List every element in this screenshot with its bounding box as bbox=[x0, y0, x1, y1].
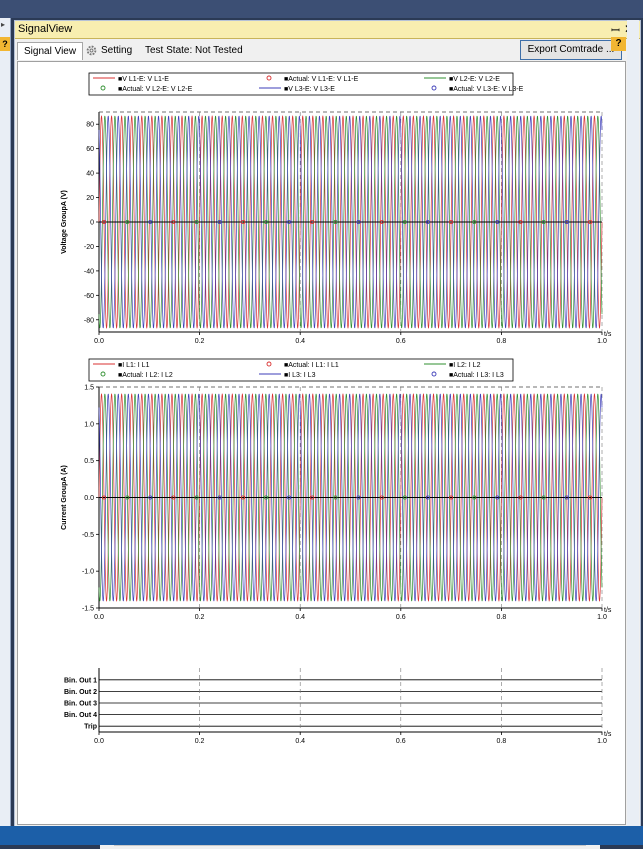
y-tick-label: 0 bbox=[90, 220, 94, 227]
x-tick-label: 0.0 bbox=[94, 738, 104, 745]
x-tick-label: 0.8 bbox=[497, 738, 507, 745]
y-tick-label: -40 bbox=[84, 268, 94, 275]
y-axis-label: Voltage GroupA (V) bbox=[61, 190, 68, 254]
x-tick-label: 0.8 bbox=[497, 338, 507, 345]
y-tick-label: 40 bbox=[86, 171, 94, 178]
vertical-scrollbar[interactable] bbox=[627, 20, 639, 826]
x-tick-label: 0.2 bbox=[195, 338, 205, 345]
x-tick-label: 0.2 bbox=[195, 738, 205, 745]
y-tick-label: 1.0 bbox=[84, 421, 94, 428]
y-tick-label: 20 bbox=[86, 195, 94, 202]
x-axis-label: t/s bbox=[604, 731, 612, 738]
legend-entry: ■Actual: V L2-E: V L2-E bbox=[118, 86, 193, 93]
binary-channel-label: Bin. Out 3 bbox=[64, 701, 97, 708]
x-tick-label: 1.0 bbox=[597, 614, 607, 621]
binary-channel-label: Bin. Out 4 bbox=[64, 712, 97, 719]
legend-entry: ■Actual: I L3: I L3 bbox=[449, 372, 504, 379]
test-state-text: Test State: Not Tested bbox=[145, 45, 243, 56]
legend-entry: ■Actual: I L1: I L1 bbox=[284, 362, 339, 369]
y-tick-label: 60 bbox=[86, 146, 94, 153]
x-tick-label: 0.0 bbox=[94, 614, 104, 621]
y-tick-label: 1.5 bbox=[84, 385, 94, 392]
tab-setting[interactable]: Setting bbox=[85, 42, 132, 59]
left-dock-panel: ▸ ? bbox=[0, 18, 11, 826]
legend-entry: ■I L2: I L2 bbox=[449, 362, 481, 369]
tab-signal-view[interactable]: Signal View bbox=[17, 42, 84, 60]
top-strip bbox=[0, 0, 643, 18]
binary-channel-label: Bin. Out 2 bbox=[64, 689, 97, 696]
window-title: SignalView bbox=[18, 23, 73, 35]
x-tick-label: 1.0 bbox=[597, 738, 607, 745]
x-tick-label: 0.0 bbox=[94, 338, 104, 345]
y-tick-label: -1.5 bbox=[82, 606, 94, 613]
window-titlebar: SignalView ꟷ ✕ bbox=[15, 21, 640, 39]
x-tick-label: 1.0 bbox=[597, 338, 607, 345]
signal-view-content: ■V L1-E: V L1-E ■Actual: V L1-E: V L1-E ■V… bbox=[17, 61, 626, 849]
y-tick-label: -60 bbox=[84, 293, 94, 300]
dock-arrow-icon[interactable]: ▸ bbox=[1, 20, 5, 29]
legend-entry: ■V L1-E: V L1-E bbox=[118, 76, 169, 83]
x-tick-label: 0.6 bbox=[396, 338, 406, 345]
x-tick-label: 0.4 bbox=[295, 614, 305, 621]
binary-channel-label: Trip bbox=[84, 724, 97, 731]
legend-entry: ■V L3-E: V L3-E bbox=[284, 86, 335, 93]
gear-icon bbox=[86, 45, 97, 56]
x-tick-label: 0.6 bbox=[396, 738, 406, 745]
legend-entry: ■Actual: V L1-E: V L1-E bbox=[284, 76, 359, 83]
y-tick-label: -80 bbox=[84, 317, 94, 324]
y-tick-label: 0.0 bbox=[84, 495, 94, 502]
y-tick-label: 80 bbox=[86, 122, 94, 129]
y-tick-label: -0.5 bbox=[82, 532, 94, 539]
help-icon[interactable]: ? bbox=[611, 37, 626, 51]
pin-icon[interactable]: ꟷ bbox=[611, 23, 620, 38]
legend-entry: ■I L1: I L1 bbox=[118, 362, 150, 369]
tab-setting-label: Setting bbox=[101, 45, 133, 56]
legend-entry: ■Actual: I L2: I L2 bbox=[118, 372, 173, 379]
binary-channel-label: Bin. Out 1 bbox=[64, 677, 97, 684]
x-tick-label: 0.2 bbox=[195, 614, 205, 621]
x-tick-label: 0.4 bbox=[295, 338, 305, 345]
x-axis-label: t/s bbox=[604, 607, 612, 614]
export-comtrade-button[interactable]: Export Comtrade ... bbox=[520, 40, 622, 60]
x-tick-label: 0.8 bbox=[497, 614, 507, 621]
legend-entry: ■I L3: I L3 bbox=[284, 372, 316, 379]
taskbar-strip bbox=[0, 826, 643, 845]
signal-plots: ■V L1-E: V L1-E ■Actual: V L1-E: V L1-E ■V… bbox=[61, 72, 612, 745]
y-tick-label: -20 bbox=[84, 244, 94, 251]
legend-entry: ■Actual: V L3-E: V L3-E bbox=[449, 86, 524, 93]
x-axis-label: t/s bbox=[604, 331, 612, 338]
y-axis-label: Current GroupA (A) bbox=[61, 465, 68, 530]
left-help-icon[interactable]: ? bbox=[0, 37, 10, 51]
x-tick-label: 0.4 bbox=[295, 738, 305, 745]
x-tick-label: 0.6 bbox=[396, 614, 406, 621]
y-tick-label: 0.5 bbox=[84, 458, 94, 465]
legend-entry: ■V L2-E: V L2-E bbox=[449, 76, 500, 83]
y-tick-label: -1.0 bbox=[82, 569, 94, 576]
signalview-window: SignalView ꟷ ✕ Signal View Setting Test … bbox=[14, 20, 641, 849]
